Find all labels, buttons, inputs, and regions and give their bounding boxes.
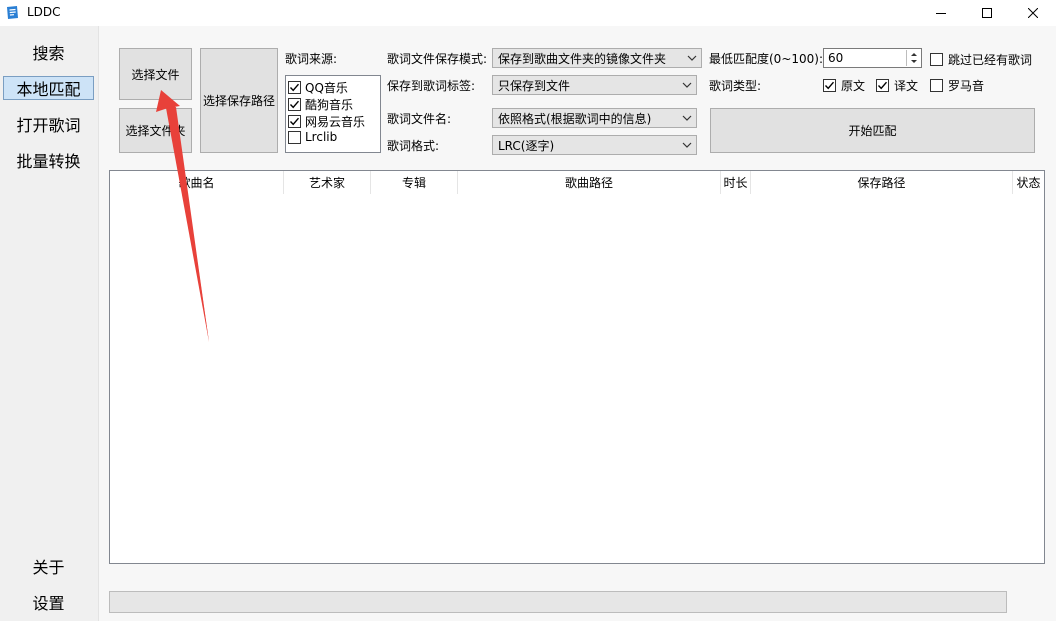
save-mode-value: 保存到歌曲文件夹的镜像文件夹 bbox=[498, 51, 667, 66]
spin-up-down-icon bbox=[911, 53, 917, 63]
table-header: 歌曲名 艺术家 专辑 歌曲路径 时长 保存路径 状态 bbox=[110, 171, 1044, 194]
format-value: LRC(逐字) bbox=[498, 138, 555, 153]
source-label: Lrclib bbox=[305, 130, 338, 144]
maximize-icon bbox=[982, 8, 992, 18]
spin-buttons[interactable] bbox=[906, 50, 920, 66]
checkbox-checked-icon[interactable] bbox=[288, 98, 301, 111]
checkbox-unchecked-icon[interactable] bbox=[288, 130, 301, 144]
format-select[interactable]: LRC(逐字) bbox=[492, 135, 697, 155]
title-bar: LDDC bbox=[0, 0, 1056, 26]
min-score-spinbox[interactable]: 60 bbox=[823, 48, 922, 68]
sidebar-item-settings[interactable]: 设置 bbox=[3, 590, 94, 614]
format-label: 歌词格式: bbox=[387, 139, 440, 153]
column-header-duration[interactable]: 时长 bbox=[721, 171, 751, 194]
close-icon bbox=[1028, 8, 1038, 18]
checkbox-checked-icon[interactable] bbox=[823, 79, 836, 92]
source-qq-music[interactable]: QQ音乐 bbox=[288, 79, 348, 96]
column-header-artist[interactable]: 艺术家 bbox=[284, 171, 371, 194]
lyric-type-label: 歌词类型: bbox=[709, 79, 762, 93]
filename-value: 依照格式(根据歌词中的信息) bbox=[498, 111, 652, 126]
results-table[interactable]: 歌曲名 艺术家 专辑 歌曲路径 时长 保存路径 状态 bbox=[109, 170, 1045, 564]
column-header-song-name[interactable]: 歌曲名 bbox=[110, 171, 284, 194]
lyric-type-original[interactable]: 原文 bbox=[823, 77, 865, 94]
checkbox-unchecked-icon[interactable] bbox=[930, 79, 943, 92]
select-file-button[interactable]: 选择文件 bbox=[119, 48, 192, 100]
window-title: LDDC bbox=[27, 5, 61, 19]
save-mode-select[interactable]: 保存到歌曲文件夹的镜像文件夹 bbox=[492, 48, 702, 68]
sources-list: QQ音乐 酷狗音乐 网易云音乐 Lrclib bbox=[285, 75, 381, 153]
min-score-value: 60 bbox=[828, 51, 844, 65]
lyric-type-original-label: 原文 bbox=[841, 79, 866, 93]
checkbox-checked-icon[interactable] bbox=[876, 79, 889, 92]
chevron-down-icon bbox=[682, 82, 692, 88]
chevron-down-icon bbox=[682, 142, 692, 148]
maximize-button[interactable] bbox=[964, 0, 1010, 26]
sidebar-item-search[interactable]: 搜索 bbox=[3, 40, 94, 64]
start-match-button[interactable]: 开始匹配 bbox=[710, 108, 1035, 153]
skip-existing-option[interactable]: 跳过已经有歌词 bbox=[930, 51, 1032, 68]
column-header-status[interactable]: 状态 bbox=[1013, 171, 1044, 194]
minimize-button[interactable] bbox=[918, 0, 964, 26]
minimize-icon bbox=[936, 13, 946, 14]
source-label: QQ音乐 bbox=[305, 81, 348, 95]
checkbox-unchecked-icon[interactable] bbox=[930, 53, 943, 66]
lyric-type-translation[interactable]: 译文 bbox=[876, 77, 918, 94]
close-button[interactable] bbox=[1010, 0, 1056, 26]
checkbox-checked-icon[interactable] bbox=[288, 81, 301, 94]
save-tag-label: 保存到歌词标签: bbox=[387, 79, 476, 93]
sidebar-item-local-match[interactable]: 本地匹配 bbox=[3, 76, 94, 100]
chevron-down-icon bbox=[682, 115, 692, 121]
source-label: 酷狗音乐 bbox=[305, 98, 354, 112]
sources-label: 歌词来源: bbox=[285, 52, 338, 66]
select-save-path-button[interactable]: 选择保存路径 bbox=[200, 48, 278, 153]
save-tag-select[interactable]: 只保存到文件 bbox=[492, 75, 697, 95]
save-mode-label: 歌词文件保存模式: bbox=[387, 52, 488, 66]
sidebar-item-about[interactable]: 关于 bbox=[3, 554, 94, 578]
column-header-save-path[interactable]: 保存路径 bbox=[751, 171, 1013, 194]
sidebar-item-batch-convert[interactable]: 批量转换 bbox=[3, 148, 94, 172]
column-header-album[interactable]: 专辑 bbox=[371, 171, 458, 194]
progress-bar bbox=[109, 591, 1007, 613]
chevron-down-icon bbox=[687, 55, 697, 61]
source-netease-music[interactable]: 网易云音乐 bbox=[288, 113, 365, 130]
select-folder-button[interactable]: 选择文件夹 bbox=[119, 108, 192, 153]
lyric-type-romaji-label: 罗马音 bbox=[948, 79, 985, 93]
save-tag-value: 只保存到文件 bbox=[498, 78, 571, 93]
source-kugou-music[interactable]: 酷狗音乐 bbox=[288, 96, 353, 113]
skip-existing-label: 跳过已经有歌词 bbox=[948, 53, 1033, 67]
checkbox-checked-icon[interactable] bbox=[288, 115, 301, 128]
source-label: 网易云音乐 bbox=[305, 115, 366, 129]
app-lyrics-icon bbox=[6, 5, 20, 20]
filename-select[interactable]: 依照格式(根据歌词中的信息) bbox=[492, 108, 697, 128]
min-score-label: 最低匹配度(0~100): bbox=[709, 52, 824, 66]
lyric-type-romaji[interactable]: 罗马音 bbox=[930, 77, 984, 94]
filename-label: 歌词文件名: bbox=[387, 112, 452, 126]
source-lrclib[interactable]: Lrclib bbox=[288, 130, 337, 144]
lyric-type-translation-label: 译文 bbox=[894, 79, 919, 93]
column-header-song-path[interactable]: 歌曲路径 bbox=[458, 171, 721, 194]
sidebar-item-open-lyrics[interactable]: 打开歌词 bbox=[3, 112, 94, 136]
